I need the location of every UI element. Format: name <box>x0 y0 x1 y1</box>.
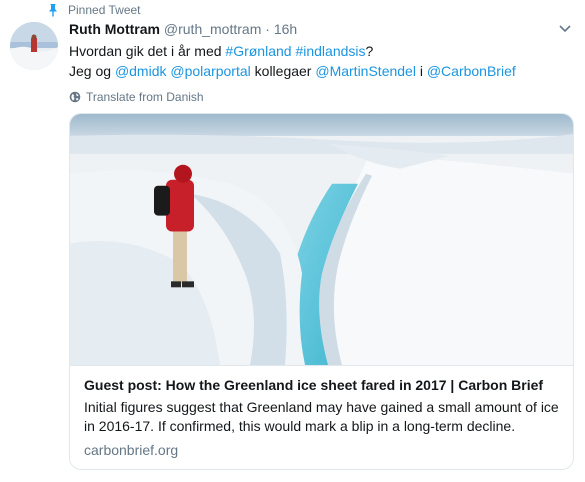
card-description: Initial figures suggest that Greenland m… <box>84 399 559 434</box>
avatar[interactable] <box>10 22 58 70</box>
card-image <box>70 114 573 366</box>
tweet-text-segment: i <box>415 63 427 79</box>
tweet-text-line-1: Hvordan gik det i år med #Grønland #indl… <box>69 41 579 61</box>
pin-icon <box>49 4 57 17</box>
translate-label: Translate from Danish <box>86 90 204 104</box>
link-preview-card[interactable]: Guest post: How the Greenland ice sheet … <box>69 113 574 470</box>
tweet-text-segment: ? <box>365 43 374 59</box>
tweet-body: Ruth Mottram @ruth_mottram · 16h Hvordan… <box>69 20 579 104</box>
globe-icon <box>69 91 81 103</box>
author-display-name[interactable]: Ruth Mottram <box>69 21 160 37</box>
tweet-text-line-2: Jeg og @dmidk @polarportal kollegaer @Ma… <box>69 61 579 81</box>
tweet-text-segment: kollegaer <box>250 63 316 79</box>
pinned-tweet-indicator: Pinned Tweet <box>46 2 141 18</box>
hashtag-link[interactable]: #indlandsis <box>295 43 365 59</box>
card-title[interactable]: Guest post: How the Greenland ice sheet … <box>84 376 559 395</box>
tweet-text: Hvordan gik det i år med #Grønland #indl… <box>69 41 579 81</box>
tweet-timestamp[interactable]: 16h <box>274 21 297 37</box>
card-info: Guest post: How the Greenland ice sheet … <box>70 366 573 460</box>
author-handle[interactable]: @ruth_mottram <box>164 21 261 37</box>
tweet-text-segment: Hvordan gik det i år med <box>69 43 226 59</box>
tweet-header: Ruth Mottram @ruth_mottram · 16h <box>69 20 579 39</box>
card-domain[interactable]: carbonbrief.org <box>84 441 559 460</box>
pinned-tweet-label: Pinned Tweet <box>68 3 141 17</box>
header-separator: · <box>265 21 270 37</box>
hashtag-link[interactable]: #Grønland <box>225 43 291 59</box>
mention-link[interactable]: @CarbonBrief <box>427 63 516 79</box>
mention-link[interactable]: @polarportal <box>170 63 250 79</box>
chevron-down-icon[interactable] <box>559 24 571 34</box>
tweet-text-segment: Jeg og <box>69 63 115 79</box>
translate-tweet-link[interactable]: Translate from Danish <box>69 90 579 104</box>
mention-link[interactable]: @MartinStendel <box>315 63 416 79</box>
mention-link[interactable]: @dmidk <box>115 63 167 79</box>
